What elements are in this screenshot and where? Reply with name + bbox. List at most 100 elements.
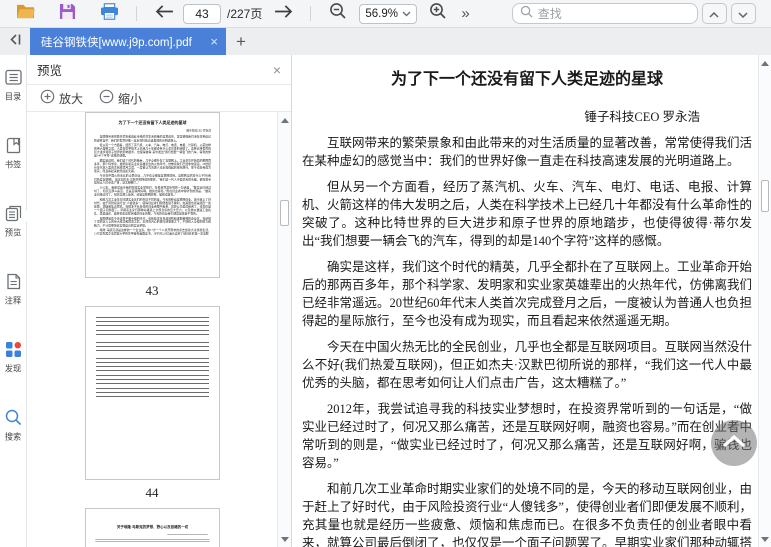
preview-zoom-controls: 放大 缩小 (27, 85, 291, 112)
thumbnail-text-lines (95, 330, 209, 338)
open-file-button[interactable] (12, 2, 38, 26)
thumbnail-text-lines (95, 317, 209, 326)
sidebar-icon-rail: 目录 书签 预览 注释 发现 搜索 (0, 55, 27, 547)
thumbnail-page-number: 44 (145, 485, 159, 500)
thumbnail-page-45[interactable]: 关于埃隆·马斯克的梦想、野心以及目睹的一切 (84, 508, 220, 547)
discover-apps-icon (4, 340, 23, 359)
toolbar-separator (310, 6, 312, 21)
zoom-out-button[interactable] (325, 2, 351, 26)
open-folder-icon (15, 3, 36, 25)
paragraph: 埃隆·马斯克就是这样的一个企业家。他17岁一个人离开南非的家去加拿大寻找新生活，… (93, 228, 211, 236)
main-scrollbar[interactable] (758, 55, 771, 547)
mini-doc-author: 锤子科技CEO 罗永浩 (185, 129, 211, 133)
mini-doc-paragraphs: 互联网带来的繁荣景象和由此带来的对生活质量的显著改善，常常使得我们活在某种虚幻的… (94, 135, 211, 235)
preview-scrollbar[interactable] (277, 112, 291, 547)
paragraph: 2012年，我尝试追寻我的科技实业梦想时，在投资界常听到的一句话是，“做实业已经… (93, 185, 211, 197)
paragraph: 和前几次工业革命时期实业家们的处境不同的是，今天的移动互联网创业，由于赶上了好时… (302, 482, 753, 547)
main-scrollbar-thumb[interactable] (761, 180, 769, 212)
zoom-in-button[interactable] (425, 2, 451, 26)
sidebar-item-bookmarks[interactable]: 书签 (0, 136, 26, 204)
new-tab-button[interactable]: + (226, 28, 256, 55)
chevron-up-icon (723, 434, 745, 452)
thumbnail-page-43[interactable]: 为了下一个还没有留下人类足迹的星球 锤子科技CEO 罗永浩 互联网带来的繁荣景象… (84, 112, 220, 278)
scroll-down-arrow[interactable] (278, 533, 291, 545)
sidebar-item-toc[interactable]: 目录 (0, 68, 26, 136)
paragraph: 但从另一个方面看，经历了蒸汽机、火车、汽车、电灯、电话、电报、计算机、火箭这样的… (93, 143, 211, 158)
find-box (511, 3, 698, 24)
arrow-left-icon (155, 4, 174, 24)
sidebar-item-annotations[interactable]: 注释 (0, 272, 26, 340)
preview-close-icon[interactable]: × (273, 63, 281, 77)
collapse-tabs-button[interactable] (0, 28, 30, 55)
find-input[interactable] (537, 6, 690, 21)
zoom-level-dropdown[interactable]: 56.9% (359, 3, 418, 24)
bookmark-icon (4, 136, 23, 155)
document-paragraphs: 互联网带来的繁荣景象和由此带来的对生活质量的显著改善，常常使得我们活在某种虚幻的… (302, 134, 752, 547)
find-next-button[interactable] (730, 3, 756, 24)
sidebar-item-label: 注释 (4, 296, 22, 306)
chevron-down-icon (738, 5, 748, 23)
sidebar-item-search[interactable]: 搜索 (0, 408, 26, 476)
sidebar-item-label: 搜索 (4, 432, 22, 442)
collapse-left-icon (8, 33, 22, 51)
printer-icon (100, 2, 119, 25)
thumbnail-text-lines (94, 538, 210, 543)
document-title: 为了下一个还没有留下人类足迹的星球 (390, 71, 663, 88)
chevron-up-icon (709, 5, 719, 23)
save-button[interactable] (54, 2, 80, 26)
circle-plus-icon (40, 89, 55, 107)
sidebar-item-label: 目录 (4, 92, 22, 102)
paragraph: 互联网带来的繁荣景象和由此带来的对生活质量的显著改善，常常使得我们活在某种虚幻的… (302, 136, 753, 168)
thumbnail-text-lines (166, 534, 208, 536)
paragraph: 但从另一个方面看，经历了蒸汽机、火车、汽车、电灯、电话、电报、计算机、火箭这样的… (302, 180, 753, 248)
more-tools-button[interactable]: » (461, 5, 469, 22)
circle-minus-icon (99, 89, 114, 107)
preview-pages-icon (4, 204, 23, 223)
thumbnail-text-lines (95, 342, 209, 354)
sidebar-item-discover[interactable]: 发现 (0, 340, 26, 408)
tab-close-icon[interactable]: × (210, 35, 218, 48)
thumbnail-zoom-in-button[interactable]: 放大 (40, 89, 83, 107)
sidebar-item-label: 书签 (4, 160, 22, 170)
thumbnail-page-number: 43 (145, 283, 159, 298)
paragraph: 2012年，我尝试追寻我的科技实业梦想时，在投资界常听到的一句话是，“做实业已经… (302, 402, 752, 470)
window-body: 目录 书签 预览 注释 发现 搜索 预览 × 放大 缩小 为了下一个还没有留下人… (0, 55, 771, 547)
thumbnail-page-content: 关于埃隆·马斯克的梦想、野心以及目睹的一切 (86, 509, 219, 547)
scroll-up-arrow[interactable] (278, 114, 291, 126)
print-button[interactable] (96, 2, 122, 26)
paragraph: 互联网带来的繁荣景象和由此带来的对生活质量的显著改善，常常使得我们活在某种虚幻的… (93, 135, 211, 142)
document-view: 为了下一个还没有留下人类足迹的星球 锤子科技CEO 罗永浩 互联网带来的繁荣景象… (292, 55, 771, 547)
paragraph: 今天在中国火热无比的全民创业，几乎也全都是互联网项目。互联网当然没什么不好(我们… (302, 340, 753, 390)
find-previous-button[interactable] (701, 3, 727, 24)
next-page-button[interactable] (270, 2, 296, 26)
page-number-input[interactable] (183, 3, 221, 24)
toolbar: /227页 56.9% (0, 0, 771, 28)
thumbnail-zoom-out-button[interactable]: 缩小 (99, 89, 142, 107)
magnifier-minus-icon (329, 2, 347, 25)
zoom-level-value: 56.9% (365, 7, 398, 20)
sidebar-item-label: 发现 (4, 364, 22, 374)
scroll-down-arrow[interactable] (759, 533, 771, 545)
back-to-top-button[interactable] (711, 420, 757, 466)
thumbnail-page-content: 为了下一个还没有留下人类足迹的星球 锤子科技CEO 罗永浩 互联网带来的繁荣景象… (86, 113, 219, 277)
paragraph: 确实是这样，我们这个时代的精英，几乎全都扑在了互联网上。工业革命开始后的那两百多… (302, 260, 753, 328)
page-total-label: /227页 (227, 7, 263, 21)
toc-list-icon (4, 68, 23, 87)
paragraph: 今天在中国火热无比的全民创业，几乎也全都是互联网项目。互联网当然没什么不好(我们… (93, 174, 211, 185)
document-author: 锤子科技CEO 罗永浩 (584, 110, 700, 124)
search-icon (520, 5, 533, 23)
tab-bar: 硅谷钢铁侠[www.j9p.com].pdf × + (0, 28, 771, 55)
thumbnail-zoom-out-label: 缩小 (118, 91, 143, 106)
pdf-reader-window: /227页 56.9% (0, 0, 771, 547)
preview-scrollbar-thumb[interactable] (280, 200, 289, 226)
tab-title: 硅谷钢铁侠[www.j9p.com].pdf (41, 36, 192, 49)
paragraph: 确实是这样，我们这个时代的精英，几乎全都扑在了互联网上。工业革命开始后的那两百多… (93, 158, 211, 173)
thumbnail-page-44[interactable] (84, 306, 220, 480)
mini-doc-title: 关于埃隆·马斯克的梦想、野心以及目睹的一切 (116, 525, 188, 530)
tab-active-document[interactable]: 硅谷钢铁侠[www.j9p.com].pdf × (30, 28, 226, 55)
thumbnail-text-lines (95, 375, 209, 384)
scroll-up-arrow[interactable] (759, 57, 771, 69)
arrow-right-icon (274, 4, 293, 24)
annotation-page-icon (4, 272, 23, 291)
previous-page-button[interactable] (151, 2, 177, 26)
